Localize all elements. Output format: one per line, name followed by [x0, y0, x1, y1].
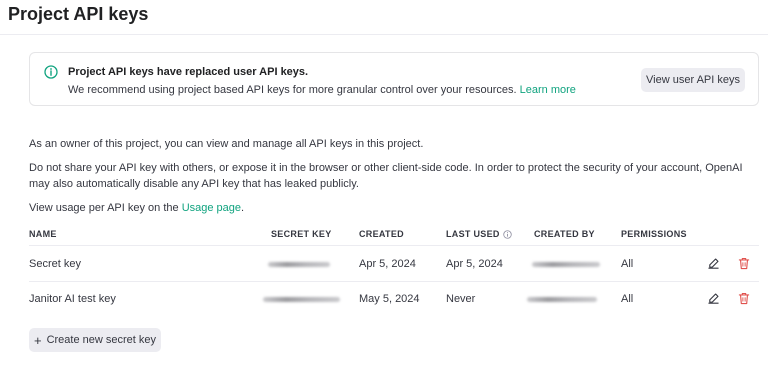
created-date: May 5, 2024: [359, 293, 420, 305]
pencil-icon[interactable]: [706, 256, 720, 270]
redacted-created-by: [532, 262, 600, 267]
column-header-name: NAME: [29, 229, 57, 239]
usage-paragraph: View usage per API key on the Usage page…: [29, 200, 749, 216]
column-header-created-by: CREATED BY: [534, 229, 595, 239]
column-header-last-used: LAST USED: [446, 229, 512, 239]
page-title: Project API keys: [8, 4, 149, 24]
info-icon[interactable]: [503, 229, 512, 239]
column-header-secret-key: SECRET KEY: [271, 229, 332, 239]
learn-more-link[interactable]: Learn more: [520, 84, 576, 96]
notice-title: Project API keys have replaced user API …: [68, 66, 309, 78]
usage-prefix: View usage per API key on the: [29, 202, 179, 214]
key-name: Secret key: [29, 258, 81, 270]
trash-icon[interactable]: [737, 291, 751, 305]
column-header-created: CREATED: [359, 229, 404, 239]
redacted-secret-key: [263, 297, 340, 302]
key-name: Janitor AI test key: [29, 293, 116, 305]
row-divider: [29, 281, 759, 282]
view-user-api-keys-button[interactable]: View user API keys: [641, 68, 745, 92]
column-header-last-used-label: LAST USED: [446, 229, 500, 239]
notice-body-text: We recommend using project based API key…: [68, 84, 517, 96]
trash-icon[interactable]: [737, 256, 751, 270]
plus-icon: +: [33, 332, 42, 348]
usage-suffix: .: [241, 202, 245, 214]
notice-body: We recommend using project based API key…: [68, 84, 576, 96]
permissions-value: All: [621, 293, 634, 305]
redacted-secret-key: [268, 262, 330, 267]
last-used-date: Never: [446, 293, 476, 305]
column-header-permissions: PERMISSIONS: [621, 229, 687, 239]
create-button-label: Create new secret key: [46, 334, 157, 346]
description-paragraph: As an owner of this project, you can vie…: [29, 138, 424, 150]
usage-page-link[interactable]: Usage page: [182, 202, 241, 214]
notice-banner: Project API keys have replaced user API …: [29, 52, 759, 106]
row-divider: [29, 245, 759, 246]
redacted-created-by: [527, 297, 597, 302]
last-used-date: Apr 5, 2024: [446, 258, 503, 270]
pencil-icon[interactable]: [706, 291, 720, 305]
created-date: Apr 5, 2024: [359, 258, 416, 270]
permissions-value: All: [621, 258, 634, 270]
security-warning-paragraph: Do not share your API key with others, o…: [29, 162, 743, 190]
create-new-secret-key-button[interactable]: + Create new secret key: [29, 328, 161, 352]
title-divider: [0, 34, 768, 35]
info-circle-icon: [44, 65, 58, 79]
